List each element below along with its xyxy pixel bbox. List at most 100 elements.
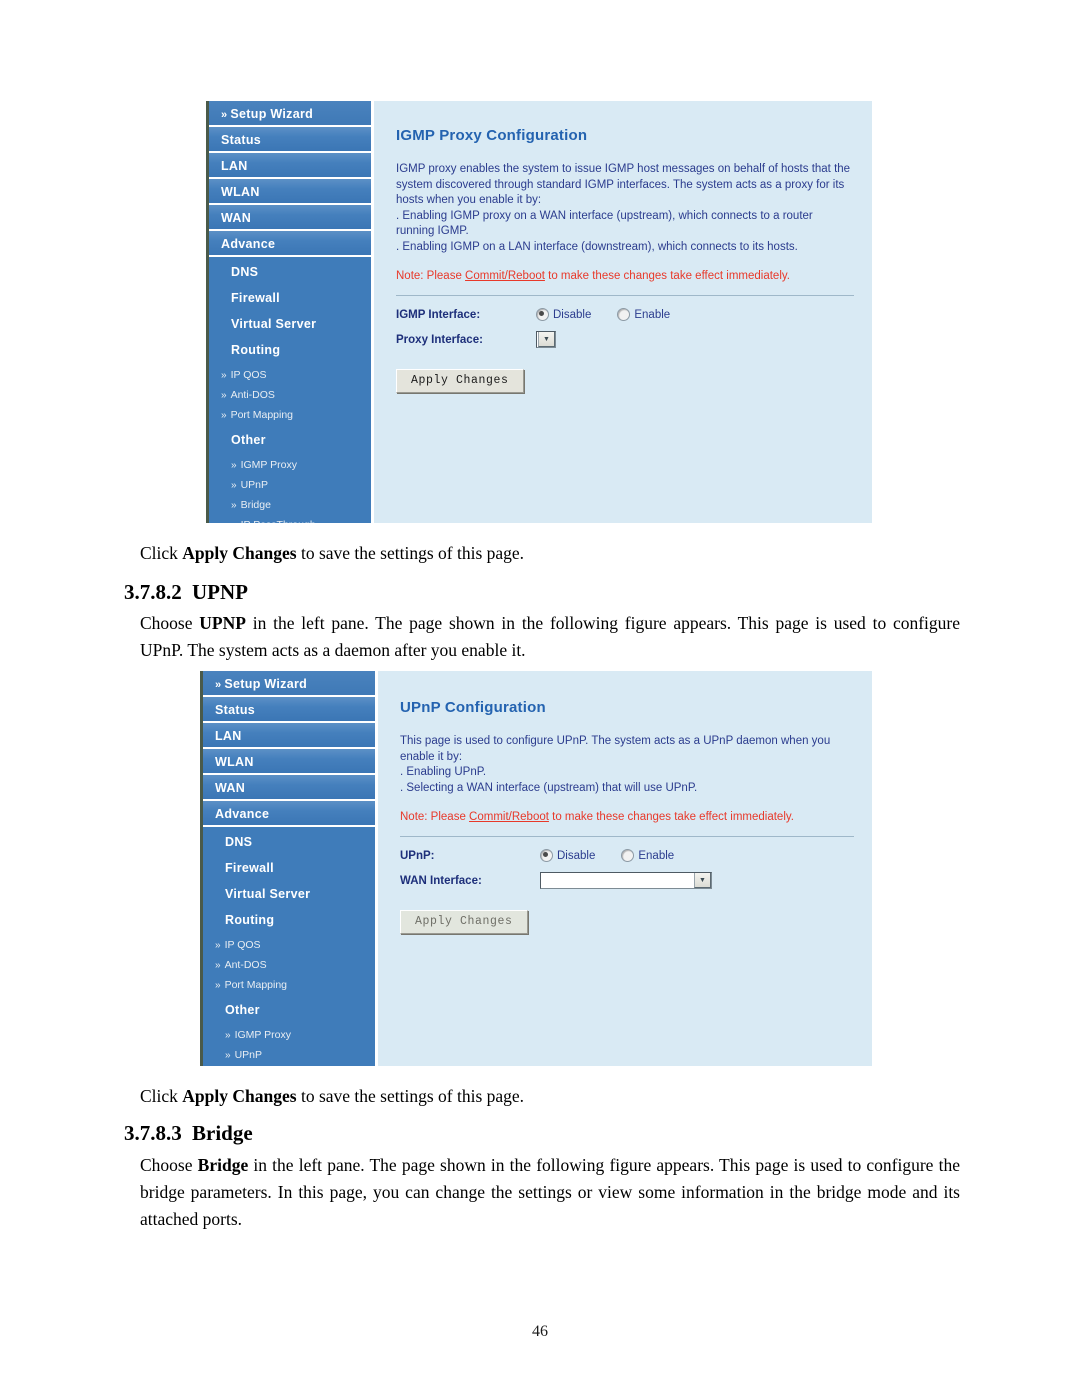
- sidebar-item-setup-wizard[interactable]: » Setup Wizard: [203, 671, 375, 697]
- sidebar-item-virtual-server[interactable]: Virtual Server: [209, 311, 371, 337]
- caption-apply-changes-2: Click Apply Changes to save the settings…: [140, 1083, 960, 1110]
- sidebar-item-ip-qos[interactable]: » IP QOS: [209, 365, 371, 385]
- upnp-enable-option[interactable]: Enable: [621, 849, 674, 862]
- sidebar-item-dns[interactable]: DNS: [209, 259, 371, 285]
- nav-leaf-group-b: »IGMP Proxy »UPnP »Bridge »IP PassThroug…: [209, 453, 371, 523]
- sidebar-item-label: WAN: [221, 211, 252, 225]
- wan-interface-label: WAN Interface:: [400, 874, 482, 887]
- sidebar-item-virtual-server[interactable]: Virtual Server: [203, 881, 375, 907]
- sidebar-item-label: Advance: [221, 237, 276, 251]
- caption-apply-changes-1: Click Apply Changes to save the settings…: [140, 540, 960, 567]
- sidebar-item-firewall[interactable]: Firewall: [203, 855, 375, 881]
- sidebar-item-other[interactable]: Other: [209, 427, 371, 453]
- sidebar-item-advance[interactable]: Advance: [203, 801, 375, 827]
- sidebar-item-label: IP QOS: [230, 369, 267, 381]
- sidebar-item-label: Setup Wizard: [230, 107, 314, 121]
- sidebar-item-wan[interactable]: WAN: [209, 205, 371, 231]
- radio-icon[interactable]: [536, 308, 549, 321]
- nav-main-group: » Setup Wizard Status LAN WLAN WAN Advanc…: [209, 101, 371, 257]
- sidebar-item-upnp[interactable]: » UPnP: [203, 1045, 375, 1065]
- chevron-right-icon: »: [231, 460, 237, 471]
- sidebar-item-anti-dos[interactable]: » Anti-DOS: [209, 385, 371, 405]
- chevron-right-icon: »: [221, 109, 228, 121]
- sidebar-item-setup-wizard[interactable]: » Setup Wizard: [209, 101, 371, 127]
- sidebar-item-label: LAN: [221, 159, 248, 173]
- sidebar-item-firewall[interactable]: Firewall: [209, 285, 371, 311]
- sidebar-item-label: IP QOS: [224, 939, 261, 951]
- sidebar-item-igmp-proxy[interactable]: » IGMP Proxy: [209, 455, 371, 475]
- upnp-label: UPnP:: [400, 849, 435, 862]
- sidebar-item-label: Routing: [231, 343, 281, 357]
- sidebar-item-lan[interactable]: LAN: [203, 723, 375, 749]
- igmp-interface-enable-option[interactable]: Enable: [617, 308, 670, 321]
- igmp-proxy-screenshot: » Setup Wizard Status LAN WLAN WAN Advanc…: [206, 101, 872, 523]
- radio-icon[interactable]: [617, 308, 631, 321]
- sidebar-item-label: Advance: [215, 807, 270, 821]
- sidebar-item-port-mapping[interactable]: » Port Mapping: [203, 975, 375, 995]
- sidebar-item-ip-qos[interactable]: » IP QOS: [203, 935, 375, 955]
- sidebar-item-wan[interactable]: WAN: [203, 775, 375, 801]
- sidebar-item-advance[interactable]: Advance: [209, 231, 371, 257]
- upnp-disable-option[interactable]: Disable: [540, 849, 595, 862]
- upnp-row: UPnP: Disable Enable: [400, 846, 854, 865]
- sidebar-item-lan[interactable]: LAN: [209, 153, 371, 179]
- sidebar-item-status[interactable]: Status: [209, 127, 371, 153]
- commit-reboot-link[interactable]: Commit/Reboot: [469, 811, 549, 823]
- chevron-right-icon: »: [215, 980, 221, 991]
- paragraph-bold: UPNP: [199, 613, 246, 633]
- proxy-interface-label: Proxy Interface:: [396, 333, 483, 346]
- paragraph-prefix: Choose: [140, 613, 200, 633]
- page-number: 46: [532, 1323, 548, 1340]
- sidebar-item-routing[interactable]: Routing: [203, 907, 375, 933]
- chevron-right-icon: »: [215, 940, 221, 951]
- chevron-right-icon: »: [221, 370, 227, 381]
- sidebar-item-upnp[interactable]: » UPnP: [209, 475, 371, 495]
- caption-prefix: Click: [140, 543, 183, 563]
- sidebar-item-label: Virtual Server: [225, 887, 311, 901]
- sidebar-item-igmp-proxy[interactable]: » IGMP Proxy: [203, 1025, 375, 1045]
- upnp-screenshot: » Setup Wizard Status LAN WLAN WAN Advanc…: [200, 671, 872, 1066]
- sidebar-item-label: Ant-DOS: [224, 959, 267, 971]
- apply-changes-button[interactable]: Apply Changes: [396, 369, 524, 393]
- sidebar-item-label: LAN: [215, 729, 242, 743]
- note-suffix: to make these changes take effect immedi…: [548, 811, 794, 823]
- apply-changes-button[interactable]: Apply Changes: [400, 910, 528, 934]
- wan-interface-select[interactable]: ▼: [540, 872, 712, 889]
- sidebar-item-wlan[interactable]: WLAN: [203, 749, 375, 775]
- radio-icon[interactable]: [540, 849, 553, 862]
- sidebar-item-dns[interactable]: DNS: [203, 829, 375, 855]
- sidebar-item-port-mapping[interactable]: » Port Mapping: [209, 405, 371, 425]
- proxy-interface-row: Proxy Interface: ▼: [396, 330, 854, 349]
- sidebar-item-bridge[interactable]: »Bridge: [203, 1065, 375, 1066]
- sidebar-item-bridge[interactable]: »Bridge: [209, 495, 371, 515]
- proxy-interface-select[interactable]: ▼: [536, 331, 556, 348]
- sidebar-item-ip-passthrough[interactable]: » IP PassThrough: [209, 515, 371, 523]
- sidebar-item-label: Status: [221, 133, 262, 147]
- chevron-right-icon: »: [225, 1050, 231, 1061]
- sidebar-item-wlan[interactable]: WLAN: [209, 179, 371, 205]
- paragraph-suffix: in the left pane. The page shown in the …: [140, 1155, 960, 1229]
- heading-text: UPNP: [192, 580, 248, 604]
- description-line-1: This page is used to configure UPnP. The…: [400, 735, 831, 763]
- note-suffix: to make these changes take effect immedi…: [544, 270, 790, 282]
- chevron-right-icon: »: [231, 520, 237, 523]
- commit-reboot-link[interactable]: Commit/Reboot: [465, 270, 545, 282]
- igmp-interface-label: IGMP Interface:: [396, 308, 481, 321]
- section-divider: [400, 836, 854, 837]
- chevron-down-icon[interactable]: ▼: [694, 873, 711, 888]
- chevron-down-icon[interactable]: ▼: [538, 332, 555, 347]
- sidebar-item-ant-dos[interactable]: » Ant-DOS: [203, 955, 375, 975]
- chevron-right-icon: »: [221, 390, 227, 401]
- sidebar-item-label: WAN: [215, 781, 246, 795]
- paragraph-prefix: Choose: [140, 1155, 198, 1175]
- sidebar-item-status[interactable]: Status: [203, 697, 375, 723]
- sidebar-item-label: Port Mapping: [230, 409, 294, 421]
- sidebar-item-routing[interactable]: Routing: [209, 337, 371, 363]
- heading-number: 3.7.8.2: [124, 580, 182, 604]
- description-text: IGMP proxy enables the system to issue I…: [396, 162, 854, 255]
- sidebar-item-other[interactable]: Other: [203, 997, 375, 1023]
- radio-icon[interactable]: [621, 849, 635, 862]
- igmp-interface-disable-option[interactable]: Disable: [536, 308, 591, 321]
- wan-interface-row: WAN Interface: ▼: [400, 871, 854, 890]
- page-title: IGMP Proxy Configuration: [396, 127, 588, 144]
